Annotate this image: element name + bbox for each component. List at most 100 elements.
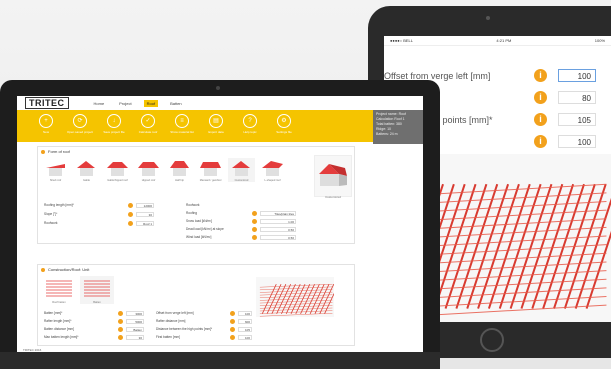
toolbar-label: Open saved project [66,130,93,134]
roof-rafter-render [259,283,339,317]
roof-shape-option[interactable]: Gable [73,158,100,182]
value-input[interactable]: 80 [558,91,596,104]
info-icon[interactable] [118,327,123,332]
form-row: Roofing Tiles/plain tiles [186,211,296,217]
form-row: Offset from verge left [mm] 100 [156,311,252,317]
toolbar-label: Help topic [243,130,257,134]
house-preview-icon [319,164,347,186]
nav-item-project[interactable]: Project [116,100,134,107]
roof-shape-option[interactable]: Hipped roof [135,158,162,182]
form-row: Roofwork Roof 1 [44,221,154,227]
value-input[interactable]: 30 [136,212,154,217]
roof-shape-option[interactable]: Mansard / gambrel [197,158,224,182]
toolbar-label: New [42,130,49,134]
form-row: Batten distance [mm] Batten [44,327,144,333]
roof-shape-icon [170,161,189,176]
panel-title: Construction/Roof: Unit [48,267,90,272]
tab-label: Batten [93,301,101,304]
roof-shape-option[interactable]: Shed roof [42,158,69,182]
value-input[interactable]: 100 [558,135,596,148]
info-icon[interactable] [252,235,257,240]
value-input[interactable]: 1.00 [260,219,296,224]
main-nav: Home Project Roof Batten [91,99,194,107]
toolbar-label: Settings file [276,130,292,134]
roofwork-header: Roofwork [186,203,200,207]
value-input[interactable]: 30 [126,335,144,340]
new-icon: + [39,114,53,128]
construction-tab[interactable]: Batten [80,276,114,304]
form-row: Snow load [kN/m²] 1.00 [186,219,296,225]
panel-header: Form of roof [38,147,354,156]
info-icon[interactable] [252,227,257,232]
value-input[interactable]: 105 [238,327,252,332]
nav-item-home[interactable]: Home [91,100,108,107]
info-icon[interactable] [128,221,133,226]
value-input[interactable]: 0.50 [260,235,296,240]
field-label: Batten distance [mm] [44,327,74,331]
form-row: Batten [mm]* 3000 [44,311,144,317]
print-button[interactable]: ✓ Calculate roof [131,114,165,134]
info-icon[interactable] [252,211,257,216]
form-row: Slope [°]* 30 [44,212,154,218]
value-input[interactable]: Batten [126,327,144,332]
list-icon: ≡ [175,114,189,128]
list-button[interactable]: ≡ Show material list [165,114,199,134]
project-summary-box: Project name: Roof Calculation Roof 1 Tota… [373,110,423,144]
info-icon[interactable]: i [534,113,547,126]
roof-shape-preview: Customized [314,155,352,199]
roof-shape-label: Gable [83,179,90,182]
info-icon[interactable] [252,219,257,224]
value-input[interactable]: Tiles/plain tiles [260,211,296,216]
nav-item-batten[interactable]: Batten [167,100,185,107]
info-icon[interactable] [230,327,235,332]
panel-bullet-icon [41,149,45,154]
info-icon[interactable] [118,311,123,316]
value-input[interactable]: 100 [558,69,596,82]
info-icon[interactable] [128,203,133,208]
value-input[interactable]: 3000 [126,311,144,316]
save-button[interactable]: ↓ Save project file [97,114,131,134]
value-input[interactable]: 5000 [126,319,144,324]
field-label: Dead load [kN/m²] at slope [186,227,224,231]
tab-label: Roof batten [52,301,66,304]
value-input[interactable]: 100 [238,335,252,340]
panel-header: Construction/Roof: Unit [38,265,354,274]
roof-shape-label: Hipped roof [141,179,156,182]
value-input[interactable]: 600 [238,319,252,324]
roof-shape-option[interactable]: Customized [228,158,255,182]
info-icon[interactable] [118,335,123,340]
new-button[interactable]: + New [29,114,63,134]
open-button[interactable]: ⟳ Open saved project [63,114,97,134]
info-icon[interactable] [230,319,235,324]
value-input[interactable]: 100 [238,311,252,316]
roof-shape-option[interactable]: Half hip [166,158,193,182]
info-icon[interactable] [230,311,235,316]
value-input[interactable]: 0.50 [260,227,296,232]
info-icon[interactable] [230,335,235,340]
help-icon: ? [243,114,257,128]
form-row: Wind load [kN/m²] 0.50 [186,235,296,241]
value-input[interactable]: 12000 [136,203,154,208]
roof-shape-icon [77,161,95,176]
construction-tab[interactable]: Roof batten [42,276,76,304]
nav-item-roof[interactable]: Roof [143,99,159,107]
export-button[interactable]: ▤ Export data [199,114,233,134]
roof-shape-option[interactable]: Gable/hipped roof [104,158,131,182]
home-button[interactable] [480,328,504,352]
settings-button[interactable]: ⚙ Settings file [267,114,301,134]
tablet-camera [486,16,490,20]
value-input[interactable]: Roof 1 [136,221,154,226]
field-label: Wind load [kN/m²] [186,235,212,239]
info-icon[interactable]: i [534,135,547,148]
info-icon[interactable]: i [534,91,547,104]
value-input[interactable]: 105 [558,113,596,126]
help-button[interactable]: ? Help topic [233,114,267,134]
construction-panel: Construction/Roof: Unit Roof batten Batte… [37,264,355,346]
roof-shape-option[interactable]: L-shaped roof [259,158,286,182]
info-icon[interactable]: i [534,69,547,82]
info-icon[interactable] [118,319,123,324]
roof-shape-label: L-shaped roof [264,179,281,182]
info-icon[interactable] [128,212,133,217]
open-icon: ⟳ [73,114,87,128]
toolbar-label: Calculate roof [138,130,158,134]
